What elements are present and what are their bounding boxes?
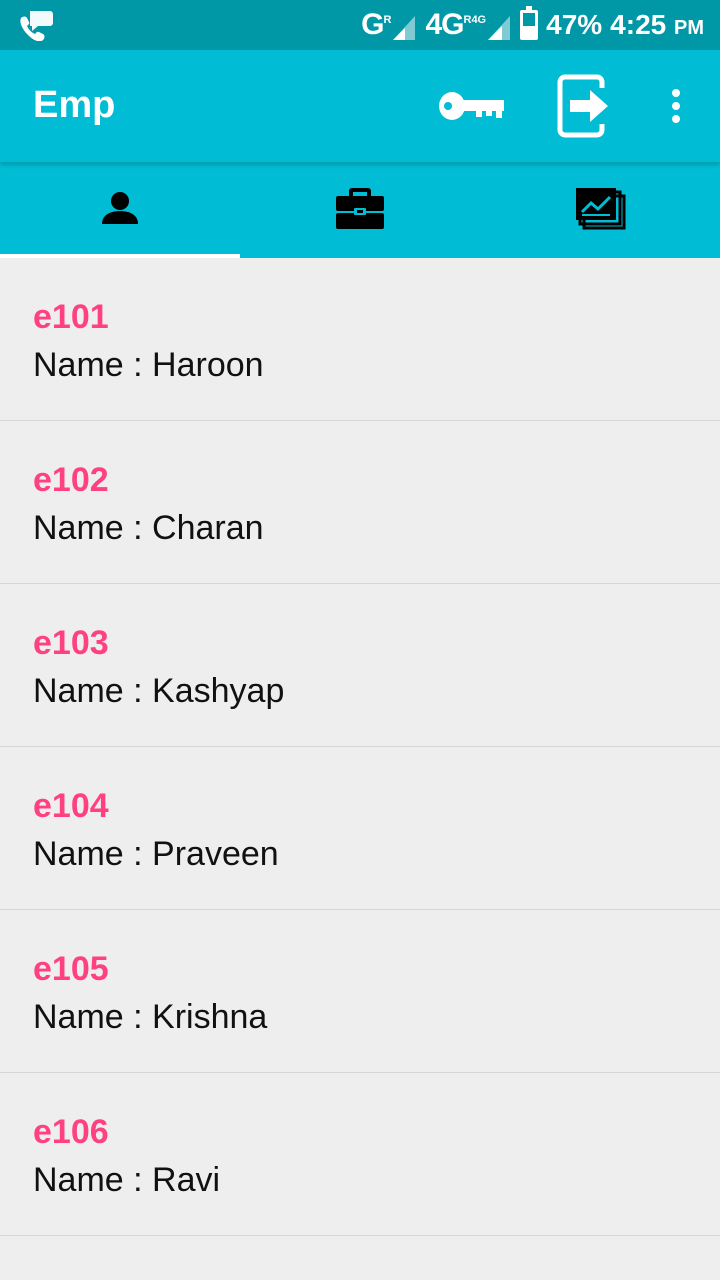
employee-id: e105 <box>33 950 109 988</box>
employee-list: e101 Name : Haroon e102 Name : Charan e103 Na… <box>0 258 720 1236</box>
list-item[interactable]: e103 Name : Kashyap <box>0 584 720 747</box>
phone-chat-icon <box>18 9 54 42</box>
list-item[interactable]: e102 Name : Charan <box>0 421 720 584</box>
employee-name: Name : Ravi <box>33 1161 221 1199</box>
employee-id: e101 <box>33 298 109 336</box>
roaming-label: R <box>383 14 392 26</box>
employee-name: Name : Kashyap <box>33 672 285 710</box>
employee-name: Name : Haroon <box>33 346 264 384</box>
list-item[interactable]: e104 Name : Praveen <box>0 747 720 910</box>
employee-id: e104 <box>33 787 109 825</box>
employee-name: Name : Charan <box>33 509 264 547</box>
employee-name: Name : Praveen <box>33 835 279 873</box>
tab-reports[interactable] <box>480 162 720 258</box>
employee-id: e103 <box>33 624 109 662</box>
person-icon <box>100 190 140 231</box>
battery-icon <box>520 6 539 40</box>
signal-strength-icon-2 <box>488 16 511 40</box>
more-vert-icon[interactable] <box>660 72 692 140</box>
tab-work[interactable] <box>240 162 480 258</box>
tab-employees[interactable] <box>0 162 240 258</box>
status-indicators: G R 4G R4G 47% 4:25 PM <box>361 0 704 50</box>
list-item[interactable]: e101 Name : Haroon <box>0 258 720 421</box>
network-signal-1: G R <box>361 8 417 42</box>
list-item[interactable]: e105 Name : Krishna <box>0 910 720 1073</box>
app-title: Emp <box>33 84 116 126</box>
employee-id: e102 <box>33 461 109 499</box>
status-bar: G R 4G R4G 47% 4:25 PM <box>0 0 720 50</box>
network-type-label-2: 4G <box>425 8 464 41</box>
exit-icon[interactable] <box>552 72 616 140</box>
employee-id: e106 <box>33 1113 109 1151</box>
briefcase-icon <box>334 185 386 236</box>
clock: 4:25 PM <box>610 9 704 41</box>
clock-time: 4:25 <box>610 9 667 40</box>
battery-fill <box>523 25 536 37</box>
network-type-label: G <box>361 8 384 41</box>
tab-bar <box>0 162 720 258</box>
employee-name: Name : Krishna <box>33 998 268 1036</box>
signal-strength-icon <box>393 16 416 40</box>
list-item[interactable]: e106 Name : Ravi <box>0 1073 720 1236</box>
app-bar: Emp <box>0 50 720 162</box>
clock-ampm: PM <box>674 17 704 39</box>
roaming-label-2: R4G <box>463 14 487 26</box>
network-signal-2: 4G R4G <box>425 8 512 42</box>
chart-stack-icon <box>574 186 626 235</box>
key-icon[interactable] <box>436 72 508 140</box>
battery-percent: 47% <box>546 9 603 40</box>
